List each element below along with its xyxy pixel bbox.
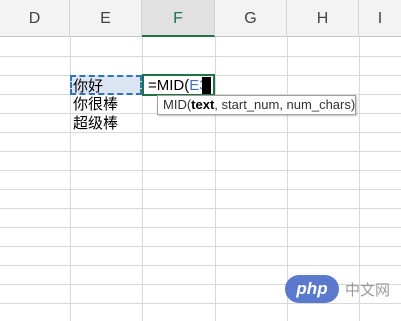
column-header-g[interactable]: G bbox=[215, 0, 287, 37]
cell-e4-value[interactable]: 你很棒 bbox=[73, 95, 118, 113]
cell-e3-value: 你好 bbox=[73, 77, 104, 95]
watermark: php 中文网 bbox=[285, 275, 390, 303]
formula-prefix: =MID( bbox=[148, 77, 190, 94]
grid-line bbox=[0, 303, 401, 304]
column-header-d[interactable]: D bbox=[0, 0, 70, 37]
grid-line bbox=[0, 246, 401, 247]
cell-e5-value[interactable]: 超级棒 bbox=[73, 114, 118, 132]
cell-e3-referenced[interactable]: 你好 bbox=[70, 75, 142, 95]
grid-line bbox=[0, 56, 401, 57]
tooltip-active-argument[interactable]: text bbox=[191, 97, 214, 112]
tooltip-remaining-arguments: , start_num, num_chars) bbox=[214, 97, 356, 112]
column-header-e[interactable]: E bbox=[70, 0, 142, 37]
tooltip-function-name[interactable]: MID( bbox=[163, 97, 191, 112]
column-header-f[interactable]: F bbox=[142, 0, 215, 37]
watermark-text: 中文网 bbox=[345, 280, 391, 299]
grid-line bbox=[0, 227, 401, 228]
php-logo-icon: php bbox=[285, 275, 339, 303]
column-header-i[interactable]: I bbox=[359, 0, 401, 37]
text-cursor bbox=[202, 77, 211, 94]
grid-line bbox=[0, 132, 401, 133]
spreadsheet: D E F G H I 你好 你很棒 超级棒 =MID(E3 MID(text,… bbox=[0, 0, 401, 321]
grid-line bbox=[0, 170, 401, 171]
function-signature-tooltip[interactable]: MID(text, start_num, num_chars) bbox=[157, 95, 356, 115]
grid-line bbox=[0, 208, 401, 209]
grid-line bbox=[0, 189, 401, 190]
grid-line bbox=[0, 151, 401, 152]
column-header-bar: D E F G H I bbox=[0, 0, 401, 37]
grid-line bbox=[0, 265, 401, 266]
cell-f3-editing[interactable]: =MID(E3 bbox=[142, 74, 215, 96]
column-header-h[interactable]: H bbox=[287, 0, 359, 37]
grid-line bbox=[215, 37, 216, 321]
formula-input[interactable]: =MID(E3 bbox=[148, 77, 208, 95]
